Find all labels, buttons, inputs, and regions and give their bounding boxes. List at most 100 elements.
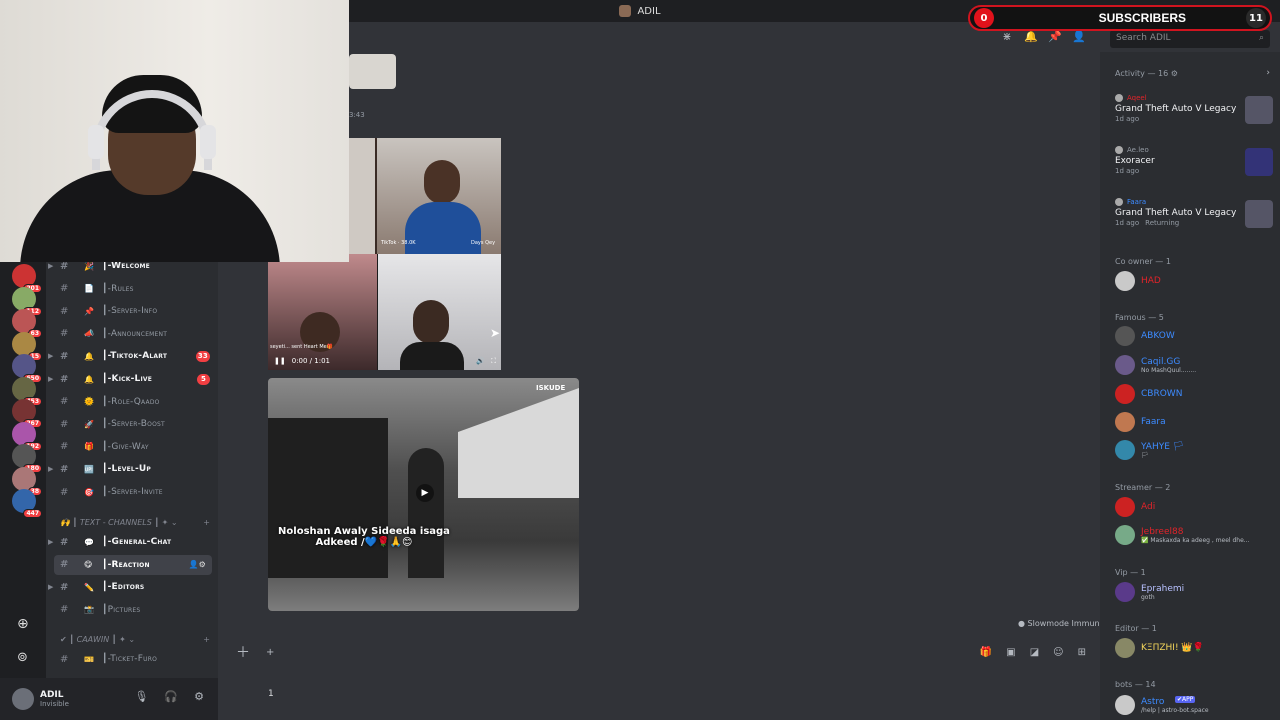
mute-bell-icon[interactable]: 🔔 xyxy=(1024,30,1038,44)
gift-icon[interactable]: 🎁 xyxy=(980,647,992,658)
member-item[interactable]: Adi xyxy=(1115,496,1275,518)
channel-item[interactable]: ▶ # 🔔 ┃-Tiktok-Alart 33 xyxy=(46,346,218,366)
member-item[interactable]: Jebreel88 ✅ Maskaxda ka adeeg , meel dhe.… xyxy=(1115,524,1275,546)
server-icon[interactable]: 201 xyxy=(12,264,42,293)
channel-item[interactable]: ▶ # 🆙 ┃-Level-Up xyxy=(46,459,218,479)
unread-arrow-icon: ▶ xyxy=(48,465,54,474)
member-item[interactable]: ABKOW xyxy=(1115,325,1275,347)
fullscreen-icon[interactable]: ⛶ xyxy=(491,357,496,366)
pause-icon[interactable]: ❚❚ xyxy=(274,357,286,365)
activity-item[interactable]: Faara Grand Theft Auto V Legacy 1d ago Retu… xyxy=(1115,198,1275,238)
message-composer[interactable]: ＋ + 🎁 ▣ ◪ ☺ ⊞ xyxy=(228,637,1096,667)
channel-item[interactable]: # 📄 ┃-Rules xyxy=(46,279,218,299)
activity-item[interactable]: Ae.leo Exoracer 1d ago xyxy=(1115,146,1275,186)
server-icon[interactable]: 15 xyxy=(12,331,42,361)
invite-settings-icon[interactable]: 👤⚙ xyxy=(188,560,206,569)
member-status-text: 🏳 xyxy=(1141,451,1149,459)
server-icon[interactable]: 112 xyxy=(12,286,42,316)
channel-name: ┃-Server-Invite xyxy=(102,487,163,497)
member-item[interactable]: HAD xyxy=(1115,270,1275,292)
settings-gear-icon[interactable]: ⚙ xyxy=(194,690,204,703)
channel-item[interactable]: # 🎯 ┃-Server-Invite xyxy=(46,482,218,502)
member-name: ABKOW xyxy=(1141,331,1175,341)
member-item[interactable]: KΞΠZHI! 👑🌹 xyxy=(1115,637,1275,659)
video-embed[interactable]: ISKUDE ▶ xyxy=(268,378,579,611)
mouse-cursor-icon: ➤ xyxy=(490,326,501,340)
video-watermark: ISKUDE xyxy=(536,384,566,392)
avatar xyxy=(1115,582,1135,602)
discord-app: ADIL ⋇ 🔔 📌 👤 Search ADIL ⌕ 0 SUBSCRIBERS… xyxy=(0,0,1280,720)
apps-grid-icon[interactable]: ⊞ xyxy=(1078,647,1086,658)
activity-item[interactable]: Aqeel Grand Theft Auto V Legacy 1d ago xyxy=(1115,94,1275,134)
channel-item[interactable]: # 🚀 ┃-Server-Boost xyxy=(46,414,218,434)
video-player-small[interactable]: seyeti... sent Heart Me🎁 ❚❚ 0:00 / 1:01 … xyxy=(268,254,501,370)
channel-item[interactable]: ▶ # 💬 ┃-General-Chat xyxy=(46,532,218,552)
category-caawin[interactable]: ✔ ┃ CAAWIN ┃ ✦ ⌄ + xyxy=(60,635,210,644)
previous-image-thumbnail[interactable] xyxy=(349,54,396,89)
subscribers-label: SUBSCRIBERS xyxy=(1098,11,1186,25)
server-icon[interactable]: 650 xyxy=(12,354,42,383)
member-item[interactable]: YAHYE 🏳 🏳 xyxy=(1115,439,1275,461)
avatar xyxy=(1115,695,1135,715)
avatar xyxy=(1115,412,1135,432)
attach-plus-icon[interactable]: ＋ xyxy=(236,642,250,662)
gif-icon[interactable]: ▣ xyxy=(1006,647,1015,658)
slowmode-text: Slowmode Immune xyxy=(1027,619,1105,628)
channel-item[interactable]: # 📸 ┃Pictures xyxy=(46,600,218,620)
server-icon[interactable]: 63 xyxy=(12,309,42,338)
channel-item[interactable]: # 😋 ┃-Reaction 👤⚙ xyxy=(54,554,212,575)
video-thumbnail-top[interactable]: TikTok · 38.0K Days Qey xyxy=(349,138,501,254)
channel-item[interactable]: # 🎫 ┃-Ticket-Furo xyxy=(46,649,218,669)
member-status-text: No MashQuul........ xyxy=(1141,366,1197,374)
pin-icon[interactable]: 📌 xyxy=(1048,30,1062,44)
discover-icon[interactable]: ⊚ xyxy=(17,650,28,665)
server-icon[interactable]: 38 xyxy=(12,466,42,496)
server-icon[interactable]: 267 xyxy=(12,399,42,428)
microphone-icon[interactable]: 🎙 xyxy=(134,690,148,703)
activity-header[interactable]: Activity — 16 ⚙ xyxy=(1115,69,1178,78)
apps-plus-icon[interactable]: + xyxy=(266,647,274,658)
channel-item[interactable]: # 📣 ┃-Announcement xyxy=(46,324,218,344)
hash-icon: # xyxy=(60,486,69,498)
add-server-icon[interactable]: ⊕ xyxy=(17,616,29,632)
threads-icon[interactable]: ⋇ xyxy=(1000,30,1014,44)
avatar[interactable] xyxy=(12,688,34,710)
search-input[interactable]: Search ADIL ⌕ xyxy=(1110,30,1270,48)
sticker-icon[interactable]: ◪ xyxy=(1030,647,1039,658)
member-item[interactable]: Faara xyxy=(1115,411,1275,433)
member-item[interactable]: Caqil.GG No MashQuul........ xyxy=(1115,354,1275,376)
message-timestamp: 3:43 xyxy=(349,111,365,119)
emoji-icon[interactable]: ☺ xyxy=(1053,647,1063,658)
server-icon[interactable]: 192 xyxy=(12,421,42,451)
channel-item[interactable]: # 🌞 ┃-Role-Qaado xyxy=(46,392,218,412)
member-item[interactable]: CBROWN xyxy=(1115,383,1275,405)
channel-item[interactable]: # 📌 ┃-Server-Info xyxy=(46,301,218,321)
member-name: Jebreel88 xyxy=(1141,526,1184,537)
create-channel-icon[interactable]: + xyxy=(203,635,210,644)
headphones-icon[interactable]: 🎧 xyxy=(164,690,178,703)
channel-item[interactable]: ▶ # ✏️ ┃-Editors xyxy=(46,577,218,597)
create-channel-icon[interactable]: + xyxy=(203,518,210,527)
server-mention-badge: 447 xyxy=(23,509,42,518)
volume-icon[interactable]: 🔊 xyxy=(476,357,485,365)
member-item[interactable]: ✔APP Astro/help | astro-bot.space xyxy=(1115,694,1275,716)
channel-name: ┃-Announcement xyxy=(102,328,168,339)
channel-emoji: 🔔 xyxy=(84,351,95,361)
members-icon[interactable]: 👤 xyxy=(1072,30,1086,44)
subscribers-count: 0 xyxy=(974,8,994,28)
thumb-stats: TikTok · 38.0K xyxy=(381,240,416,246)
server-icon[interactable]: 453 xyxy=(12,376,42,406)
member-item[interactable]: Eprahemi goth xyxy=(1115,581,1275,603)
server-icon[interactable]: 180 xyxy=(12,444,42,473)
hash-icon: # xyxy=(60,283,69,295)
play-icon[interactable]: ▶ xyxy=(416,484,434,502)
server-icon[interactable]: 447 xyxy=(12,489,42,518)
avatar xyxy=(1115,271,1135,291)
chevron-right-icon[interactable]: › xyxy=(1266,68,1270,78)
member-name: KΞΠZHI! 👑🌹 xyxy=(1141,643,1204,653)
channel-item[interactable]: ▶ # 🔔 ┃-Kick-Live 5 xyxy=(46,369,218,389)
channel-item[interactable]: # 🎁 ┃-Give-Way xyxy=(46,437,218,457)
category-text-channels[interactable]: 🙌 ┃ TEXT - CHANNELS ┃ ✦ ⌄ + xyxy=(60,518,210,527)
channel-list: ▶ # 🎉 ┃-Welcome # 📄 ┃-Rules # 📌 ┃-Server-Info # 📣 ┃-… xyxy=(46,258,218,678)
search-placeholder: Search ADIL xyxy=(1116,33,1171,43)
